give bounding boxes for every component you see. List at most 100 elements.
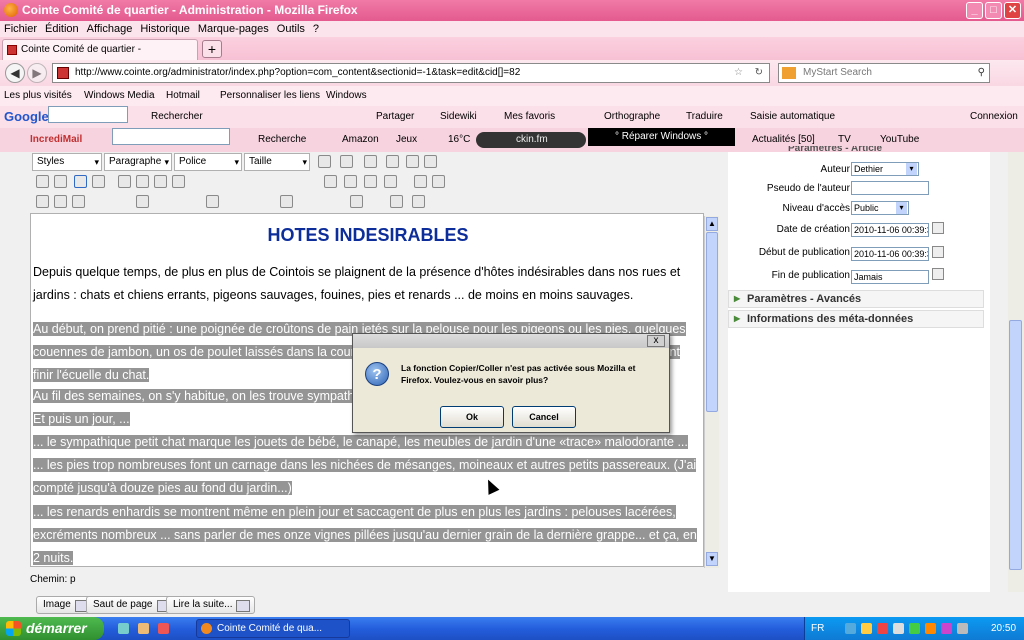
read-more-button[interactable]: Lire la suite...	[166, 596, 256, 614]
row-delete-icon[interactable]	[136, 175, 149, 188]
cancel-button[interactable]: Cancel	[512, 406, 576, 428]
google-sidewiki[interactable]: Sidewiki	[440, 106, 477, 128]
forward-arrow-icon[interactable]: ▶	[27, 63, 47, 83]
google-search-input[interactable]	[48, 106, 128, 123]
scroll-thumb[interactable]	[706, 232, 718, 412]
author-alias-input[interactable]	[851, 181, 929, 195]
styles-dropdown[interactable]: Styles	[32, 153, 102, 171]
close-button[interactable]: ✕	[1004, 2, 1021, 19]
preview-icon[interactable]	[390, 195, 403, 208]
spellcheck-icon[interactable]	[54, 195, 67, 208]
created-date-input[interactable]: 2010-11-06 00:39:33	[851, 223, 929, 237]
rtl-icon[interactable]	[54, 175, 67, 188]
bookmark-personnaliser[interactable]: Personnaliser les liens	[220, 86, 320, 106]
col-insert-icon[interactable]	[154, 175, 167, 188]
author-select[interactable]: Dethier	[851, 162, 919, 176]
ltr-icon[interactable]	[36, 175, 49, 188]
maximize-button[interactable]: □	[985, 2, 1002, 19]
google-translate[interactable]: Traduire	[686, 106, 723, 128]
bookmark-windows-media[interactable]: Windows Media	[84, 86, 155, 106]
publish-up-input[interactable]: 2010-11-06 00:39:33	[851, 247, 929, 261]
google-signin[interactable]: Connexion	[970, 106, 1018, 128]
radio-player[interactable]: ckin.fm	[476, 132, 586, 148]
calendar-icon[interactable]	[932, 222, 944, 234]
tab-administration[interactable]: Cointe Comité de quartier - Administrati…	[2, 39, 198, 74]
print-icon[interactable]	[350, 195, 363, 208]
highlight-icon[interactable]	[340, 155, 353, 168]
ok-button[interactable]: Ok	[440, 406, 504, 428]
tray-antivirus-icon[interactable]	[877, 623, 888, 634]
section-advanced[interactable]: Paramètres - Avancés	[728, 290, 984, 308]
size-dropdown[interactable]: Taille	[244, 153, 310, 171]
media-icon[interactable]	[324, 175, 337, 188]
language-indicator[interactable]: FR	[811, 617, 824, 640]
publish-down-input[interactable]: Jamais	[851, 270, 929, 284]
bookmark-hotmail[interactable]: Hotmail	[166, 86, 200, 106]
address-bar[interactable]: http://www.cointe.org/administrator/inde…	[52, 63, 770, 83]
search-box[interactable]: MyStart Search ⚲	[778, 63, 990, 83]
fullscreen-icon[interactable]	[412, 195, 425, 208]
google-autofill[interactable]: Saisie automatique	[750, 106, 835, 128]
tray-misc-icon[interactable]	[957, 623, 968, 634]
menu-outils[interactable]: Outils	[277, 23, 305, 35]
google-search-button[interactable]: Rechercher	[151, 106, 203, 128]
page-scrollbar[interactable]	[1008, 152, 1024, 592]
tray-volume-icon[interactable]	[893, 623, 904, 634]
edit-icon[interactable]	[92, 175, 105, 188]
font-dropdown[interactable]: Police	[174, 153, 242, 171]
table-icon[interactable]	[74, 175, 87, 188]
tray-security-icon[interactable]	[861, 623, 872, 634]
superscript-icon[interactable]	[386, 155, 399, 168]
google-favorites[interactable]: Mes favoris	[504, 106, 555, 128]
google-share[interactable]: Partager	[376, 106, 414, 128]
menu-marque-pages[interactable]: Marque-pages	[198, 23, 269, 35]
row-insert-icon[interactable]	[118, 175, 131, 188]
pilcrow-icon[interactable]	[206, 195, 219, 208]
tray-network-icon[interactable]	[845, 623, 856, 634]
tray-update-icon[interactable]	[925, 623, 936, 634]
menu-historique[interactable]: Historique	[140, 23, 190, 35]
new-tab-button[interactable]: +	[202, 40, 222, 58]
quicklaunch-firefox-icon[interactable]	[138, 623, 149, 634]
scroll-up-icon[interactable]: ▲	[706, 217, 718, 231]
tray-app-icon[interactable]	[909, 623, 920, 634]
back-arrow-icon[interactable]: ◀	[5, 63, 25, 83]
undo-icon[interactable]	[36, 195, 49, 208]
col-delete-icon[interactable]	[172, 175, 185, 188]
image-icon[interactable]	[432, 175, 445, 188]
emoticon-icon[interactable]	[414, 175, 427, 188]
paragraph-dropdown[interactable]: Paragraphe	[104, 153, 172, 171]
minimize-button[interactable]: _	[966, 2, 983, 19]
search-icon[interactable]: ⚲	[978, 64, 985, 82]
menu-fichier[interactable]: Fichier	[4, 23, 37, 35]
clear-format-icon[interactable]	[406, 155, 419, 168]
page-break-button[interactable]: Saut de page	[86, 596, 176, 614]
start-button[interactable]: démarrer	[0, 617, 104, 640]
quicklaunch-ie-icon[interactable]	[118, 623, 129, 634]
bookmark-windows[interactable]: Windows	[326, 86, 367, 106]
subscript-icon[interactable]	[364, 155, 377, 168]
bookmark-most-visited[interactable]: Les plus visités	[4, 86, 72, 106]
menu-edition[interactable]: Édition	[45, 23, 79, 35]
clock[interactable]: 20:50	[991, 617, 1016, 640]
section-metadata[interactable]: Informations des méta-données	[728, 310, 984, 328]
amazon-link[interactable]: Amazon	[342, 128, 379, 152]
repair-windows-link[interactable]: ° Réparer Windows °	[588, 128, 735, 146]
scroll-down-icon[interactable]: ▼	[706, 552, 718, 566]
google-spelling[interactable]: Orthographe	[604, 106, 660, 128]
anchor-icon[interactable]	[344, 175, 357, 188]
menu-help[interactable]: ?	[313, 23, 319, 35]
dialog-close-button[interactable]: x	[647, 335, 665, 347]
editor-scrollbar[interactable]: ▲ ▼	[704, 216, 719, 568]
calendar-icon[interactable]	[932, 268, 944, 280]
access-level-select[interactable]: Public	[851, 201, 909, 215]
games-link[interactable]: Jeux	[396, 128, 417, 152]
tray-messenger-icon[interactable]	[941, 623, 952, 634]
layer-icon[interactable]	[280, 195, 293, 208]
incredimail-search-input[interactable]	[112, 128, 230, 145]
quicklaunch-mail-icon[interactable]	[158, 623, 169, 634]
quote-icon[interactable]	[72, 195, 85, 208]
menu-affichage[interactable]: Affichage	[87, 23, 133, 35]
page-scroll-thumb[interactable]	[1009, 320, 1022, 570]
incredimail-search-button[interactable]: Recherche	[258, 128, 306, 152]
